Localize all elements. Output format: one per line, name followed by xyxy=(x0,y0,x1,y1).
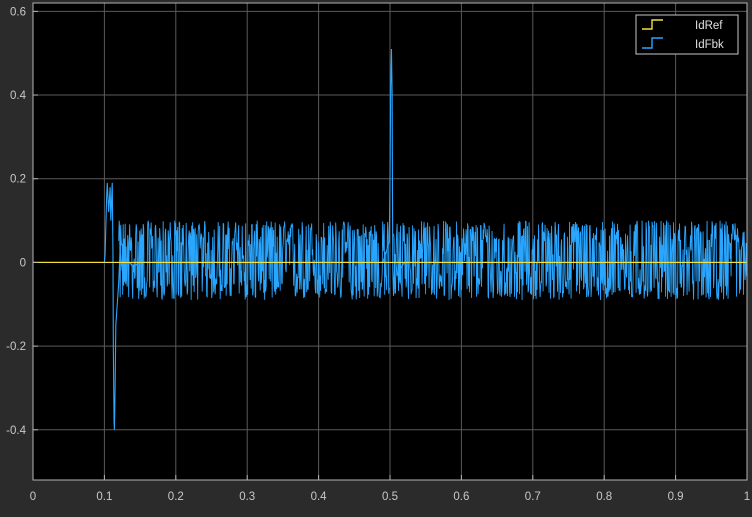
line-chart-svg: 0 0.1 0.2 0.3 0.4 0.5 0.6 0.7 0.8 0.9 1 0.6 0.4 0.2 0… xyxy=(0,0,752,512)
y-tick-label: 0.4 xyxy=(10,90,27,102)
x-tick-label: 0.1 xyxy=(96,491,112,503)
y-tick-label: 0 xyxy=(20,257,26,269)
x-tick-label: 0.4 xyxy=(311,491,328,503)
x-tick-label: 0.7 xyxy=(525,491,541,503)
x-tick-label: 0.3 xyxy=(239,491,255,503)
x-tick-label: 0.2 xyxy=(168,491,184,503)
x-tick-label: 0.9 xyxy=(668,491,684,503)
chart: 0 0.1 0.2 0.3 0.4 0.5 0.6 0.7 0.8 0.9 1 0.6 0.4 0.2 0… xyxy=(0,0,752,512)
y-tick-label: -0.2 xyxy=(6,341,26,353)
y-tick-label: 0.6 xyxy=(10,6,26,18)
y-tick-label: -0.4 xyxy=(6,425,26,437)
legend-label-idref: IdRef xyxy=(695,20,723,32)
legend[interactable]: IdRef IdFbk xyxy=(635,14,739,55)
x-tick-label: 0.6 xyxy=(453,491,469,503)
x-tick-label: 0.5 xyxy=(382,491,398,503)
x-tick-label: 0 xyxy=(30,491,36,503)
y-tick-label: 0.2 xyxy=(10,174,26,186)
x-tick-label: 0.8 xyxy=(596,491,612,503)
x-tick-label: 1 xyxy=(744,491,750,503)
legend-label-idfbk: IdFbk xyxy=(695,39,724,51)
